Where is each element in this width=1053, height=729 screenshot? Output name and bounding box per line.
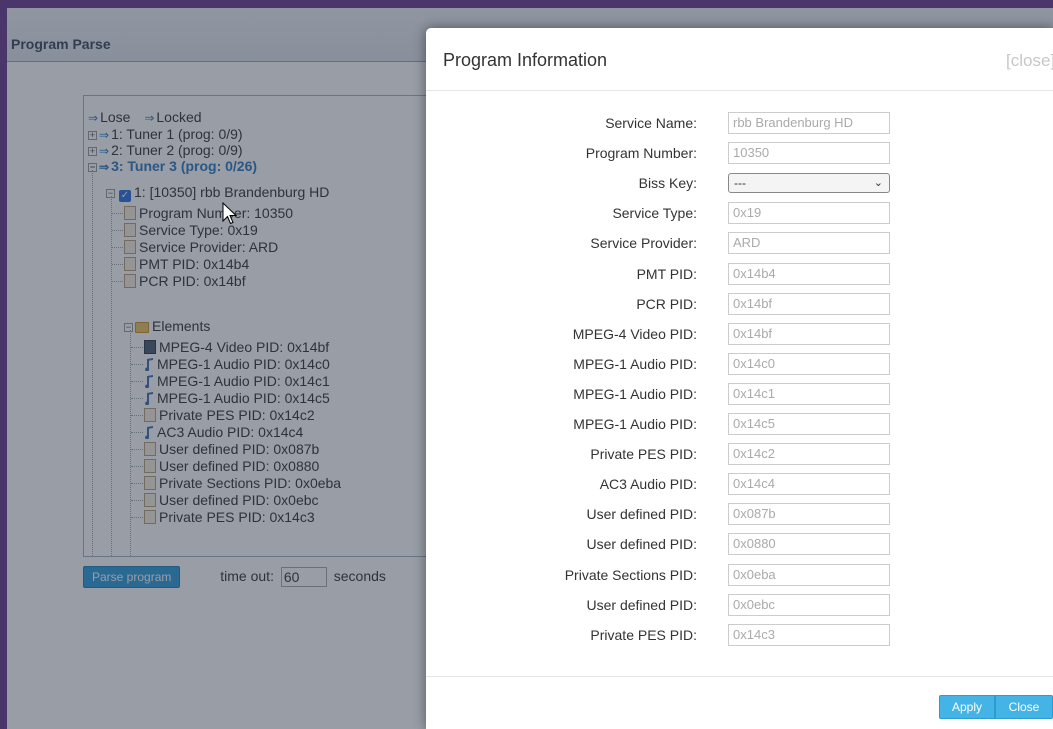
field-input[interactable]: 0x087b — [728, 503, 890, 526]
biss-key-select[interactable]: --- ⌄ — [728, 173, 890, 194]
field-input[interactable]: 0x0880 — [728, 533, 890, 556]
apply-button[interactable]: Apply — [939, 695, 995, 719]
field-label: Program Number: — [585, 145, 697, 162]
form-row: Program Number: 10350 — [426, 142, 1053, 165]
form-row: MPEG-1 Audio PID: 0x14c0 — [426, 352, 1053, 375]
form-row: Private PES PID: 0x14c2 — [426, 443, 1053, 466]
program-information-modal: Program Information [close] Service Name… — [426, 28, 1053, 729]
field-input[interactable]: 0x14b4 — [728, 262, 890, 285]
form-row: User defined PID: 0x0880 — [426, 533, 1053, 556]
field-input[interactable]: 0x0ebc — [728, 593, 890, 616]
chevron-down-icon: ⌄ — [873, 177, 883, 190]
field-label: PMT PID: — [636, 265, 697, 282]
field-label: User defined PID: — [586, 596, 698, 613]
field-input[interactable]: rbb Brandenburg HD — [728, 112, 890, 134]
field-label: Service Type: — [612, 205, 697, 222]
modal-header: Program Information [close] — [426, 28, 1053, 91]
form-row: Private Sections PID: 0x0eba — [426, 563, 1053, 586]
field-label: MPEG-1 Audio PID: — [573, 355, 697, 372]
select-value: --- — [734, 176, 746, 191]
field-input[interactable]: 0x14c4 — [728, 473, 890, 496]
modal-title: Program Information — [443, 50, 608, 70]
form-row: User defined PID: 0x0ebc — [426, 593, 1053, 616]
field-label: PCR PID: — [636, 295, 697, 312]
form-row: User defined PID: 0x087b — [426, 503, 1053, 526]
field-label: AC3 Audio PID: — [599, 476, 697, 493]
field-input[interactable]: 0x14bf — [728, 322, 890, 345]
form-row: Service Type: 0x19 — [426, 202, 1053, 225]
field-label: Service Provider: — [590, 235, 697, 252]
close-button[interactable]: Close — [995, 695, 1053, 719]
field-label: Service Name: — [605, 115, 697, 131]
field-input[interactable]: ARD — [728, 232, 890, 255]
form-row: Private PES PID: 0x14c3 — [426, 623, 1053, 646]
form-row: Service Name: rbb Brandenburg HD — [426, 112, 1053, 134]
form-row: AC3 Audio PID: 0x14c4 — [426, 473, 1053, 496]
field-label: Private PES PID: — [590, 626, 697, 643]
form-row: Service Provider: ARD — [426, 232, 1053, 255]
modal-footer: Apply Close — [426, 676, 1053, 729]
modal-close-link[interactable]: [close] — [1006, 51, 1053, 71]
field-label: Biss Key: — [638, 175, 697, 192]
field-input[interactable]: 0x14c5 — [728, 413, 890, 435]
field-input[interactable]: 0x14c3 — [728, 623, 890, 646]
form-row: Biss Key: --- ⌄ — [426, 172, 1053, 194]
form-row: MPEG-1 Audio PID: 0x14c1 — [426, 382, 1053, 405]
field-input[interactable]: 0x0eba — [728, 563, 890, 586]
form-row: MPEG-4 Video PID: 0x14bf — [426, 322, 1053, 345]
form-row: MPEG-1 Audio PID: 0x14c5 — [426, 413, 1053, 435]
form-row: PMT PID: 0x14b4 — [426, 262, 1053, 285]
field-label: MPEG-4 Video PID: — [572, 325, 697, 342]
field-input[interactable]: 0x14c2 — [728, 443, 890, 466]
field-label: User defined PID: — [586, 506, 698, 523]
field-label: MPEG-1 Audio PID: — [573, 416, 697, 432]
field-label: Private PES PID: — [590, 446, 697, 463]
field-input[interactable]: 0x19 — [728, 202, 890, 225]
field-label: User defined PID: — [586, 536, 698, 553]
field-label: Private Sections PID: — [564, 566, 697, 583]
mouse-cursor-icon — [222, 202, 238, 225]
field-input[interactable]: 10350 — [728, 142, 890, 165]
field-label: MPEG-1 Audio PID: — [573, 385, 697, 402]
field-input[interactable]: 0x14c1 — [728, 382, 890, 405]
field-input[interactable]: 0x14bf — [728, 292, 890, 315]
form-row: PCR PID: 0x14bf — [426, 292, 1053, 315]
field-input[interactable]: 0x14c0 — [728, 352, 890, 375]
